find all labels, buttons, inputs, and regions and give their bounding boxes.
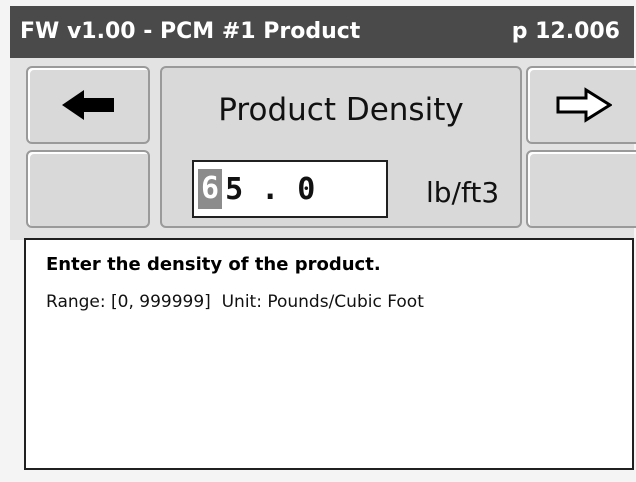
screen-title: FW v1.00 - PCM #1 Product (20, 19, 361, 44)
blank-softkey-right[interactable] (526, 150, 636, 228)
blank-softkey-left[interactable] (26, 150, 150, 228)
help-panel: Enter the density of the product. Range:… (24, 238, 634, 470)
help-title: Enter the density of the product. (46, 254, 381, 275)
arrow-right-icon (556, 87, 612, 123)
field-panel: Product Density 6 5 . 0 lb/ft3 (10, 58, 636, 240)
unit-label: lb/ft3 (426, 176, 500, 209)
arrow-left-icon (62, 90, 114, 120)
screen: FW v1.00 - PCM #1 Product p 12.006 Produ… (0, 0, 636, 482)
previous-button[interactable] (26, 66, 150, 144)
title-bar: FW v1.00 - PCM #1 Product p 12.006 (10, 6, 634, 58)
cursor-digit: 6 (198, 169, 223, 209)
field-editor: Product Density 6 5 . 0 lb/ft3 (160, 66, 522, 228)
field-label: Product Density (218, 92, 464, 128)
density-value-input[interactable]: 6 5 . 0 (192, 160, 388, 218)
next-button[interactable] (526, 66, 636, 144)
help-range-text: Range: [0, 999999] Unit: Pounds/Cubic Fo… (46, 292, 424, 312)
value-remaining-digits: 5 . 0 (225, 171, 316, 207)
page-number: p 12.006 (511, 19, 620, 44)
